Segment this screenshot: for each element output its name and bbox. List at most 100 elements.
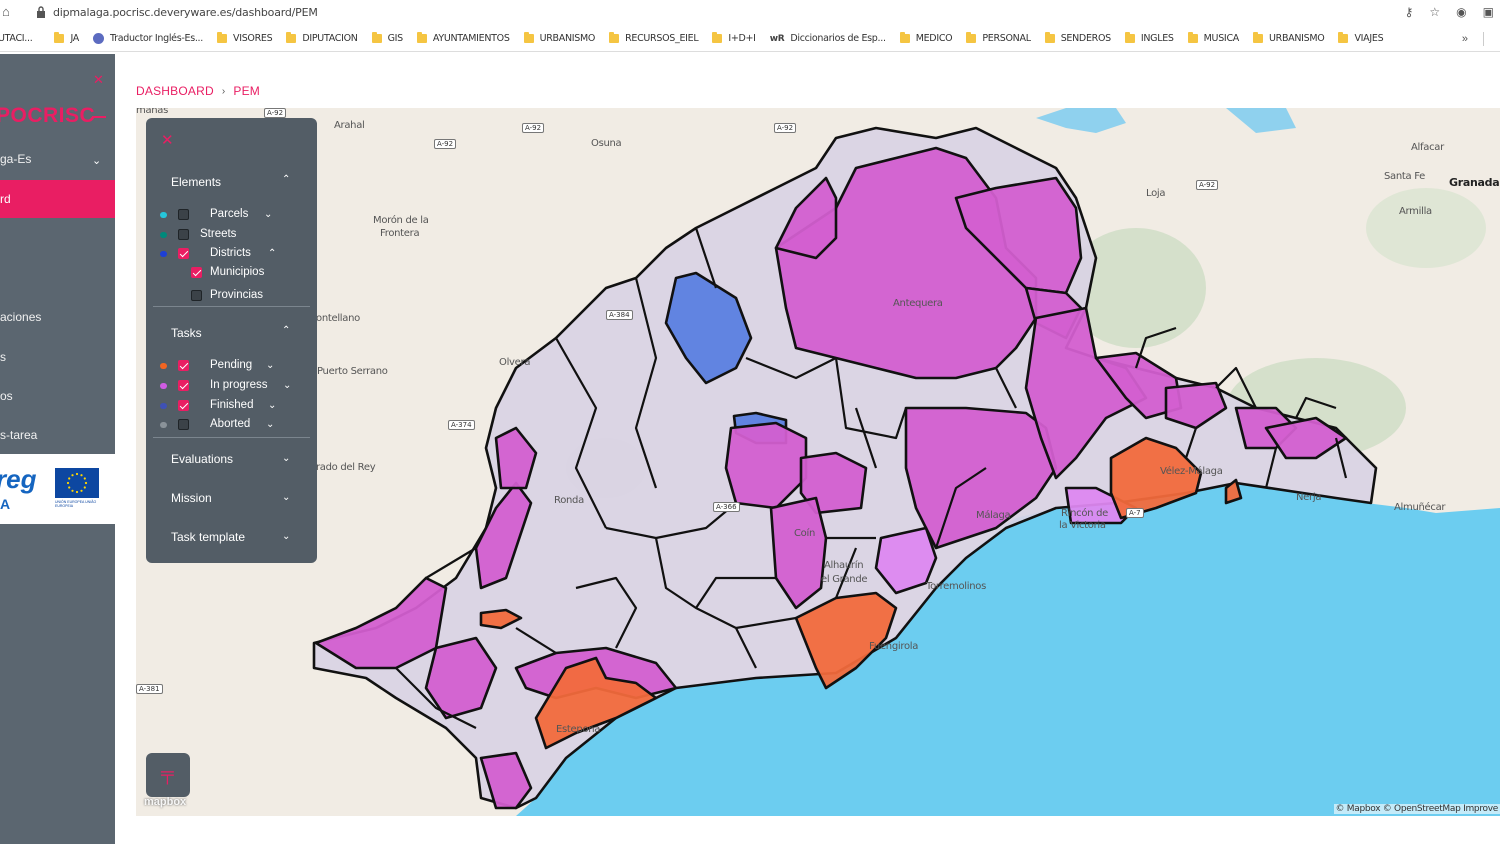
interreg-logo: reg A UNIÓN EUROPEA UNIÃO EUROPEIA [0,454,115,524]
folder-icon [286,32,297,43]
districts-checkbox[interactable] [178,248,189,259]
chevron-up-icon[interactable]: ⌃ [282,174,290,185]
panel-close-icon[interactable]: ✕ [161,131,174,149]
star-icon[interactable]: ☆ [1429,5,1440,19]
bookmark-item[interactable]: I+D+I [712,32,756,44]
color-swatch [160,403,167,409]
road-shield: A-374 [448,420,475,430]
chevron-up-icon[interactable]: ⌃ [282,325,290,336]
bookmark-item[interactable]: Traductor Inglés-Es... [93,33,203,44]
finished-checkbox[interactable] [178,400,189,411]
folder-icon [54,32,65,43]
sidebar-item-location[interactable]: ga-Es [0,152,31,166]
bookmark-item[interactable]: wR Diccionarios de Esp... [770,33,886,44]
tool-button[interactable]: ╤ [146,753,190,797]
task-pending[interactable]: Pending ⌄ [146,358,317,374]
folder-icon [416,32,427,43]
task-finished[interactable]: Finished ⌄ [146,398,317,414]
aborted-checkbox[interactable] [178,419,189,430]
bookmark-item[interactable]: SENDEROS [1044,32,1111,44]
parcels-checkbox[interactable] [178,209,189,220]
bookmark-item[interactable]: URBANISMO [1252,32,1325,44]
road-shield: A-92 [264,108,287,118]
breadcrumb: DASHBOARD › PEM [136,84,260,98]
bookmark-item[interactable]: MUSICA [1187,32,1239,44]
chevron-up-icon[interactable]: ⌃ [268,248,276,259]
layer-provincias[interactable]: Provincias [146,288,317,304]
in-progress-checkbox[interactable] [178,380,189,391]
extension-icon[interactable]: ◉ [1456,5,1466,19]
layer-streets[interactable]: Streets [146,227,317,243]
bookmark-item[interactable]: RECURSOS_EIEL [609,32,699,44]
mapbox-logo[interactable]: mapbox [144,796,186,808]
sidebar-item-dashboard[interactable]: rd [0,180,115,218]
folder-icon [371,32,382,43]
section-evaluations[interactable]: Evaluations [171,452,233,466]
section-task-template[interactable]: Task template [171,530,245,544]
bookmarks-more-button[interactable]: » [1462,33,1468,45]
map-place-label: Granada [1449,176,1500,189]
map-place-label: Vélez-Málaga [1160,466,1223,477]
layer-municipios[interactable]: Municipios [146,265,317,281]
sidebar-item-recursos[interactable]: os [0,389,13,403]
map-place-label: Torremolinos [926,581,986,592]
map-place-label: Loja [1146,188,1166,199]
section-tasks[interactable]: Tasks [171,326,202,340]
pending-checkbox[interactable] [178,360,189,371]
sidebar-item-operaciones[interactable]: aciones [0,310,41,324]
chevron-down-icon[interactable]: ⌄ [282,531,290,542]
bookmark-item[interactable]: PERSONAL [966,32,1031,44]
wordreference-icon: wR [769,33,785,44]
bookmark-item[interactable]: VIAJES [1338,32,1384,44]
chevron-down-icon[interactable]: ⌄ [92,154,101,167]
map-place-label: Puerto Serrano [317,366,388,377]
bookmark-item[interactable]: DIPUTACION [286,32,358,44]
road-shield: A-92 [1196,180,1219,190]
road-shield: A-92 [522,123,545,133]
section-mission[interactable]: Mission [171,491,212,505]
folder-icon [899,32,910,43]
map-place-label: Morón de la [373,215,429,226]
bookmark-item[interactable]: VISORES [217,32,273,44]
url-text[interactable]: dipmalaga.pocrisc.deveryware.es/dashboar… [53,6,318,19]
bookmark-item[interactable]: MEDICO [899,32,953,44]
sidebar-item-plantillas-tarea[interactable]: s-tarea [0,428,37,442]
camera-icon[interactable]: ▣ [1483,5,1494,19]
provincias-checkbox[interactable] [191,290,202,301]
bookmark-item[interactable]: INGLES [1124,32,1174,44]
chevron-down-icon[interactable]: ⌄ [283,380,291,391]
map-place-label: Frontera [380,228,420,239]
chevron-down-icon[interactable]: ⌄ [266,360,274,371]
task-in-progress[interactable]: In progress ⌄ [146,378,317,394]
chevron-down-icon[interactable]: ⌄ [282,492,290,503]
task-aborted[interactable]: Aborted ⌄ [146,417,317,433]
bookmark-item[interactable]: GIS [371,32,403,44]
breadcrumb-dashboard[interactable]: DASHBOARD [136,84,214,98]
section-elements[interactable]: Elements [171,175,221,189]
municipios-checkbox[interactable] [191,267,202,278]
bookmark-item[interactable]: UTACI... [0,33,33,44]
key-icon[interactable]: ⚷ [1405,5,1414,19]
folder-icon [1124,32,1135,43]
chevron-down-icon[interactable]: ⌄ [268,400,276,411]
chevron-down-icon[interactable]: ⌄ [282,453,290,464]
browser-address-bar: ⌂ dipmalaga.pocrisc.deveryware.es/dashbo… [0,0,1500,26]
sidebar-close-icon[interactable]: ✕ [93,72,104,88]
home-icon[interactable]: ⌂ [2,5,16,19]
sidebar-item-tasks[interactable]: s [0,350,6,364]
chevron-down-icon[interactable]: ⌄ [264,209,272,220]
color-swatch [160,232,167,238]
map-place-label: Málaga [976,510,1011,521]
bookmark-item[interactable]: JA [54,32,79,44]
chevron-down-icon[interactable]: ⌄ [266,419,274,430]
color-swatch [160,363,167,369]
layer-districts[interactable]: Districts ⌃ [146,246,317,262]
map-attribution[interactable]: © Mapbox © OpenStreetMap Improve [1333,804,1500,814]
bookmark-item[interactable]: URBANISMO [523,32,595,44]
layers-panel: ✕ Elements ⌃ Parcels ⌄ Streets Districts… [146,118,317,563]
brand-logo: POCRISC [0,104,96,127]
bookmark-item[interactable]: AYUNTAMIENTOS [416,32,510,44]
map-view[interactable]: manas Arahal Osuna Morón de la Frontera ontel… [136,108,1500,816]
streets-checkbox[interactable] [178,229,189,240]
layer-parcels[interactable]: Parcels ⌄ [146,207,317,223]
